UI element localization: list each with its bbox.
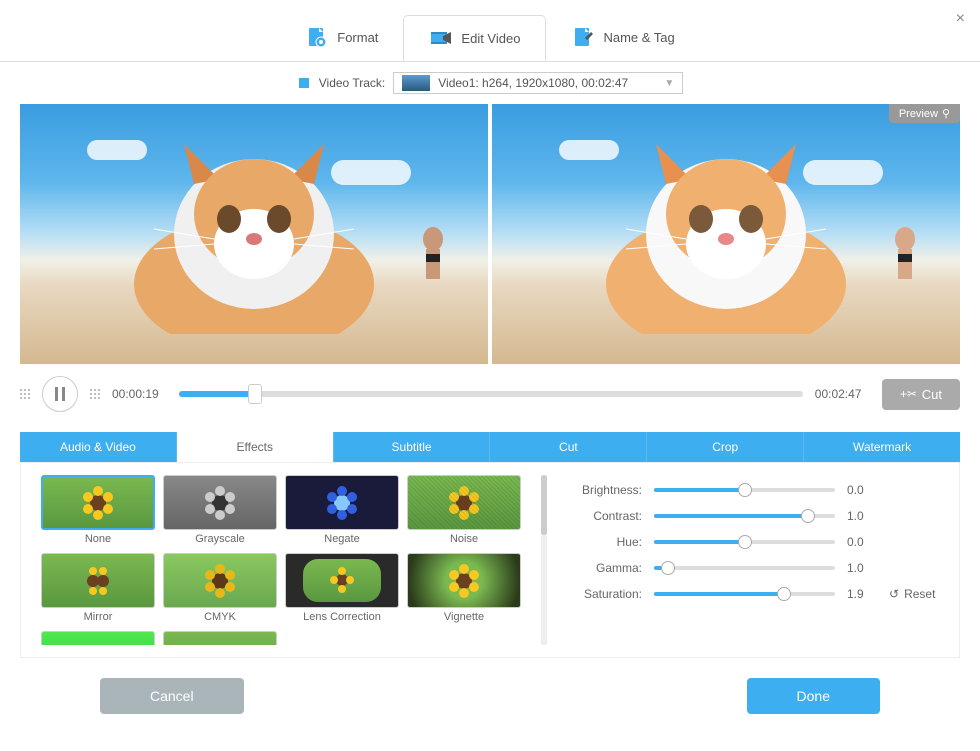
tab-name-tag[interactable]: Name & Tag xyxy=(546,15,699,61)
grip-right[interactable] xyxy=(90,389,100,399)
video-track-thumb xyxy=(402,75,430,91)
effects-grid: None Grayscale Negate Noise Mirror CMYK … xyxy=(41,475,521,645)
tab-audio-video[interactable]: Audio & Video xyxy=(20,432,177,462)
effect-none[interactable]: None xyxy=(41,475,155,545)
pause-icon xyxy=(54,387,66,401)
cut-button[interactable]: +✂ Cut xyxy=(882,379,960,410)
done-button[interactable]: Done xyxy=(747,678,880,714)
saturation-row: Saturation: 1.9 ↺ Reset xyxy=(567,587,939,601)
video-track-value: Video1: h264, 1920x1080, 00:02:47 xyxy=(438,76,628,90)
effect-preview xyxy=(492,104,960,364)
original-preview xyxy=(20,104,488,364)
close-button[interactable]: × xyxy=(956,10,965,28)
preview-badge: Preview ⚲ xyxy=(889,104,960,123)
effect-more-1[interactable] xyxy=(41,631,155,645)
tab-cut[interactable]: Cut xyxy=(490,432,647,462)
svg-text:+✂: +✂ xyxy=(900,387,916,401)
hue-row: Hue: 0.0 xyxy=(567,535,939,549)
effect-lens-correction[interactable]: Lens Correction xyxy=(285,553,399,623)
timeline-handle[interactable] xyxy=(248,384,262,404)
reset-icon: ↺ xyxy=(889,587,899,601)
name-tag-icon xyxy=(571,26,595,50)
effect-negate[interactable]: Negate xyxy=(285,475,399,545)
saturation-slider[interactable] xyxy=(654,592,835,596)
format-icon xyxy=(305,26,329,50)
tab-effects[interactable]: Effects xyxy=(177,432,334,462)
effect-vignette[interactable]: Vignette xyxy=(407,553,521,623)
tab-watermark[interactable]: Watermark xyxy=(804,432,960,462)
brightness-slider[interactable] xyxy=(654,488,835,492)
video-track-row: Video Track: Video1: h264, 1920x1080, 00… xyxy=(0,61,980,104)
effect-more-2[interactable] xyxy=(163,631,277,645)
grip-left[interactable] xyxy=(20,389,30,399)
tab-crop[interactable]: Crop xyxy=(647,432,804,462)
tab-subtitle[interactable]: Subtitle xyxy=(334,432,491,462)
cut-icon: +✂ xyxy=(900,387,916,401)
bottom-buttons: Cancel Done xyxy=(0,658,980,734)
effect-cmyk[interactable]: CMYK xyxy=(163,553,277,623)
sliders-panel: Brightness: 0.0 Contrast: 1.0 Hue: 0.0 G… xyxy=(567,475,939,645)
tab-edit-video-label: Edit Video xyxy=(461,31,520,46)
person-image xyxy=(408,224,458,324)
edit-video-icon xyxy=(429,26,453,50)
hue-slider[interactable] xyxy=(654,540,835,544)
contrast-row: Contrast: 1.0 xyxy=(567,509,939,523)
gamma-row: Gamma: 1.0 xyxy=(567,561,939,575)
person-image-preview xyxy=(880,224,930,324)
timeline-slider[interactable] xyxy=(179,391,803,397)
tab-edit-video[interactable]: Edit Video xyxy=(403,15,546,61)
edit-tabs: Audio & Video Effects Subtitle Cut Crop … xyxy=(20,432,960,462)
timeline-row: 00:00:19 00:02:47 +✂ Cut xyxy=(0,364,980,424)
effect-noise[interactable]: Noise xyxy=(407,475,521,545)
pause-button[interactable] xyxy=(42,376,78,412)
search-icon: ⚲ xyxy=(942,107,950,120)
video-track-icon xyxy=(297,76,311,90)
effect-mirror[interactable]: Mirror xyxy=(41,553,155,623)
scroll-thumb[interactable] xyxy=(541,475,547,535)
current-time: 00:00:19 xyxy=(112,387,167,401)
tab-format-label: Format xyxy=(337,30,378,45)
cat-image-preview xyxy=(586,134,866,334)
brightness-row: Brightness: 0.0 xyxy=(567,483,939,497)
effects-panel: None Grayscale Negate Noise Mirror CMYK … xyxy=(20,462,960,658)
gamma-slider[interactable] xyxy=(654,566,835,570)
cancel-button[interactable]: Cancel xyxy=(100,678,244,714)
effects-scrollbar[interactable] xyxy=(541,475,547,645)
timeline-fill xyxy=(179,391,254,397)
video-track-select[interactable]: Video1: h264, 1920x1080, 00:02:47 ▼ xyxy=(393,72,683,94)
top-tabs: Format Edit Video Name & Tag xyxy=(0,0,980,61)
contrast-slider[interactable] xyxy=(654,514,835,518)
preview-row: ▷ Original xyxy=(0,104,980,364)
tab-format[interactable]: Format xyxy=(280,15,403,61)
total-time: 00:02:47 xyxy=(815,387,870,401)
effect-grayscale[interactable]: Grayscale xyxy=(163,475,277,545)
cat-image xyxy=(114,134,394,334)
chevron-down-icon: ▼ xyxy=(664,78,674,89)
video-track-label: Video Track: xyxy=(319,76,385,90)
tab-name-tag-label: Name & Tag xyxy=(603,30,674,45)
reset-button[interactable]: ↺ Reset xyxy=(889,587,939,601)
